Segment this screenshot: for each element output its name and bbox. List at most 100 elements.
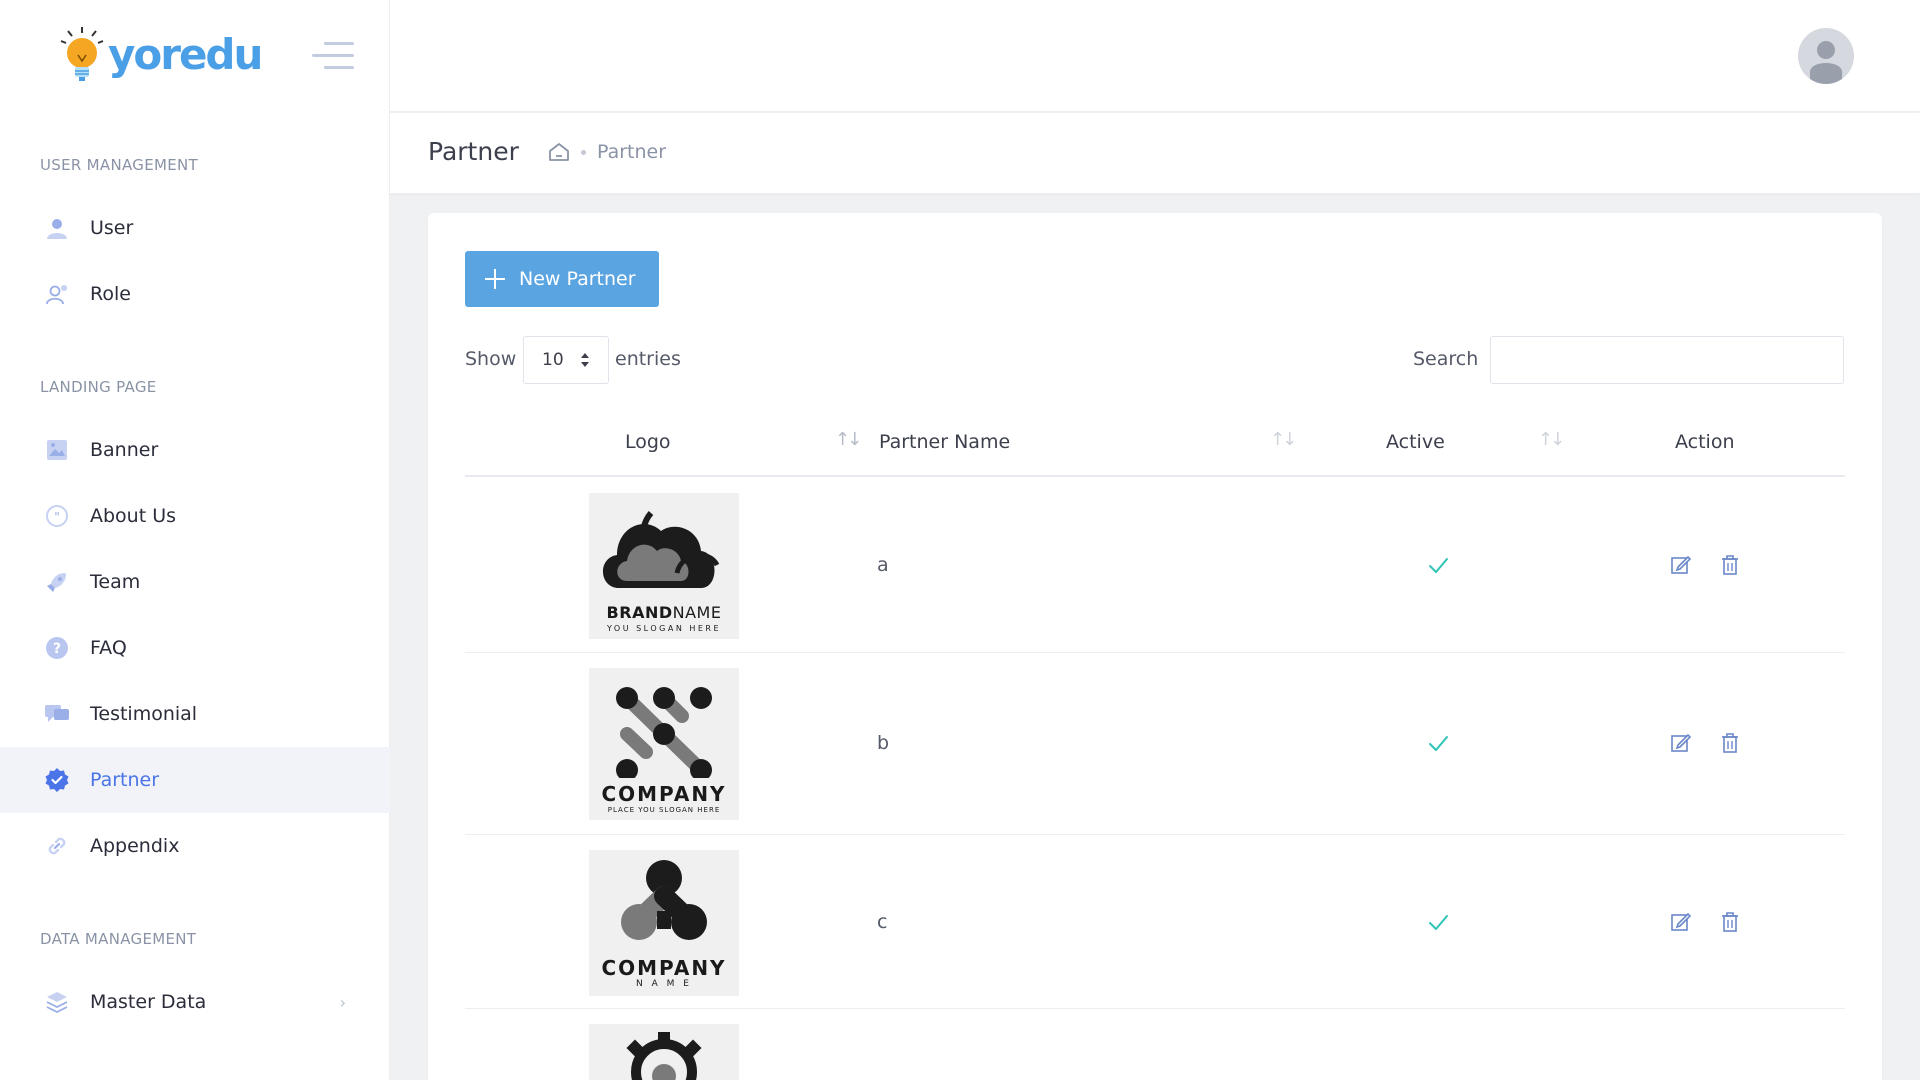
- table-row: COMPANY PLACE YOU SLOGAN HERE b: [465, 653, 1845, 835]
- table-row: [465, 1009, 1845, 1080]
- column-active[interactable]: Active: [1386, 431, 1445, 453]
- partner-table: Logo ↑↓ Partner Name ↑↓ Active ↑↓ Action…: [465, 409, 1845, 1080]
- column-partner-name[interactable]: Partner Name: [879, 431, 1010, 453]
- user-icon: [44, 215, 70, 241]
- edit-icon[interactable]: [1670, 732, 1692, 754]
- trefoil-logo-icon: [621, 860, 707, 940]
- section-landing-page: LANDING PAGE: [40, 378, 157, 396]
- chat-icon: [44, 701, 70, 727]
- sort-icon[interactable]: ↑↓: [1270, 429, 1297, 451]
- search-input[interactable]: [1490, 336, 1844, 384]
- page-header: Partner Partner: [390, 113, 1920, 193]
- column-action: Action: [1675, 431, 1735, 453]
- sidebar-item-label: Banner: [90, 439, 159, 461]
- logo-title: COMPANY: [601, 782, 727, 806]
- edit-icon[interactable]: [1670, 554, 1692, 576]
- trash-icon[interactable]: [1719, 732, 1741, 754]
- check-icon: [1429, 736, 1448, 751]
- sidebar-item-appendix[interactable]: Appendix: [0, 813, 390, 879]
- logo-slogan: YOU SLOGAN HERE: [606, 624, 722, 633]
- partner-logo: COMPANY N A M E: [589, 850, 739, 996]
- partner-name: a: [877, 554, 889, 576]
- partner-name: c: [877, 911, 888, 933]
- sidebar: yoredu USER MANAGEMENT User Role LANDING…: [0, 0, 390, 1080]
- gear-logo-icon: [626, 1032, 702, 1080]
- sidebar-item-team[interactable]: Team: [0, 549, 390, 615]
- trash-icon[interactable]: [1719, 911, 1741, 933]
- content-card: New Partner Show 10 entries Search Logo …: [428, 213, 1882, 1080]
- breadcrumb-separator: [581, 150, 586, 155]
- layers-icon: [44, 989, 70, 1015]
- sidebar-item-label: FAQ: [90, 637, 127, 659]
- entries-select[interactable]: 10: [523, 336, 609, 384]
- svg-text:": ": [54, 510, 60, 524]
- new-partner-label: New Partner: [519, 268, 636, 290]
- question-icon: ?: [44, 635, 70, 661]
- cloud-logo-icon: [602, 511, 720, 588]
- table-row: COMPANY N A M E c: [465, 835, 1845, 1009]
- new-partner-button[interactable]: New Partner: [465, 251, 659, 307]
- table-row: BRANDNAME YOU SLOGAN HERE a: [465, 477, 1845, 653]
- sidebar-item-label: Role: [90, 283, 131, 305]
- lightbulb-icon: [58, 25, 106, 89]
- sort-icon[interactable]: ↑↓: [835, 429, 862, 451]
- sidebar-item-label: User: [90, 217, 134, 239]
- sidebar-item-partner[interactable]: Partner: [0, 747, 390, 813]
- partner-logo: [589, 1024, 739, 1080]
- plus-icon: [485, 269, 505, 289]
- brand-name: yoredu: [108, 29, 263, 79]
- entries-label: entries: [615, 348, 681, 370]
- breadcrumb-current: Partner: [597, 141, 667, 163]
- topbar: [390, 0, 1920, 112]
- sidebar-item-about-us[interactable]: " About Us: [0, 483, 390, 549]
- link-icon: [44, 833, 70, 859]
- select-arrows-icon: [581, 353, 589, 367]
- sidebar-item-label: Partner: [90, 769, 160, 791]
- entries-value: 10: [542, 350, 564, 370]
- rocket-icon: [44, 569, 70, 595]
- sidebar-item-master-data[interactable]: Master Data ›: [0, 969, 390, 1035]
- chevron-right-icon: ›: [339, 992, 346, 1012]
- trash-icon[interactable]: [1719, 554, 1741, 576]
- sidebar-item-label: Appendix: [90, 835, 180, 857]
- partner-logo: COMPANY PLACE YOU SLOGAN HERE: [589, 668, 739, 820]
- home-icon[interactable]: [547, 140, 571, 164]
- sidebar-item-label: About Us: [90, 505, 177, 527]
- sidebar-item-testimonial[interactable]: Testimonial: [0, 681, 390, 747]
- logo-slogan: N A M E: [636, 979, 692, 989]
- svg-text:?: ?: [53, 641, 61, 657]
- check-icon: [1429, 915, 1448, 930]
- section-user-management: USER MANAGEMENT: [40, 156, 198, 174]
- sidebar-item-user[interactable]: User: [0, 195, 390, 261]
- section-data-management: DATA MANAGEMENT: [40, 930, 197, 948]
- partner-logo: BRANDNAME YOU SLOGAN HERE: [589, 493, 739, 639]
- column-logo[interactable]: Logo: [625, 431, 671, 453]
- check-icon: [1429, 558, 1448, 573]
- badge-check-icon: [44, 767, 70, 793]
- logo-title-bold: BRAND: [606, 603, 673, 622]
- menu-toggle-icon[interactable]: [312, 40, 354, 72]
- logo-title-rest: NAME: [672, 603, 722, 622]
- quote-icon: ": [44, 503, 70, 529]
- sidebar-item-label: Team: [90, 571, 141, 593]
- search-label: Search: [1413, 348, 1479, 370]
- sidebar-item-faq[interactable]: ? FAQ: [0, 615, 390, 681]
- table-header: Logo ↑↓ Partner Name ↑↓ Active ↑↓ Action: [465, 409, 1845, 477]
- brand-logo[interactable]: yoredu: [58, 24, 263, 90]
- role-icon: [44, 281, 70, 307]
- dots-logo-icon: [616, 687, 712, 781]
- partner-name: b: [877, 732, 890, 754]
- page-title: Partner: [428, 137, 519, 166]
- edit-icon[interactable]: [1670, 911, 1692, 933]
- logo-title: COMPANY: [601, 956, 727, 980]
- sidebar-item-banner[interactable]: Banner: [0, 417, 390, 483]
- sort-icon[interactable]: ↑↓: [1538, 429, 1565, 451]
- sidebar-item-label: Testimonial: [90, 703, 198, 725]
- banner-icon: [44, 437, 70, 463]
- sidebar-item-role[interactable]: Role: [0, 261, 390, 327]
- sidebar-item-label: Master Data: [90, 991, 207, 1013]
- logo-slogan: PLACE YOU SLOGAN HERE: [607, 806, 721, 814]
- avatar-icon: [1810, 41, 1842, 84]
- show-label: Show: [465, 348, 517, 370]
- user-avatar[interactable]: [1798, 28, 1854, 84]
